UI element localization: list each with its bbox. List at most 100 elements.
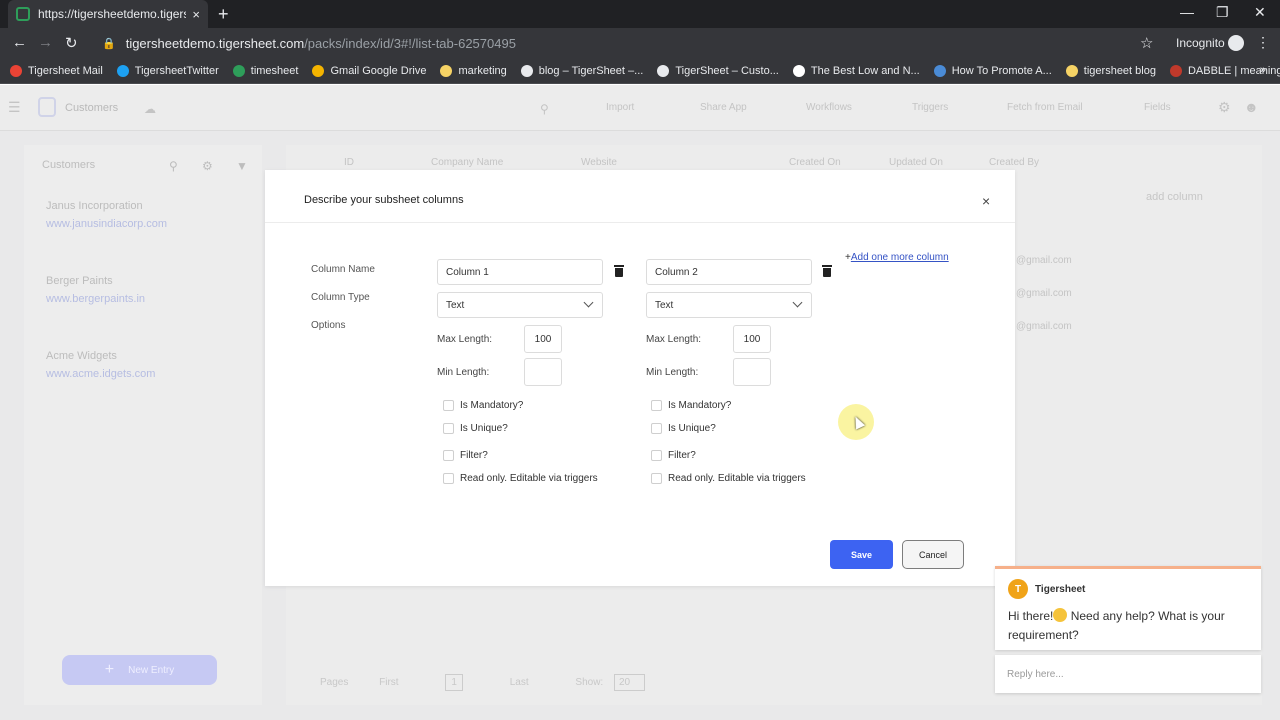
column-1-name-input[interactable]: Column 1 <box>437 259 603 285</box>
new-entry-button[interactable]: + New Entry <box>62 655 217 685</box>
bookmark-item[interactable]: Gmail Google Drive <box>312 64 426 77</box>
search-icon[interactable]: ⚲ <box>169 159 178 173</box>
customer-url[interactable]: www.acme.idgets.com <box>46 368 155 380</box>
header-triggers[interactable]: Triggers <box>912 102 948 113</box>
bookmark-item[interactable]: TigerSheet – Custo... <box>657 64 779 77</box>
checkbox-label: Filter? <box>668 450 696 461</box>
list-item[interactable]: Berger Paints www.bergerpaints.in <box>46 275 145 305</box>
trash-icon[interactable] <box>614 265 624 277</box>
checkbox-label: Is Unique? <box>460 423 508 434</box>
plus-icon: + <box>104 661 115 678</box>
bookmark-item[interactable]: Tigersheet Mail <box>10 64 103 77</box>
column-1-readonly-checkbox[interactable] <box>443 473 454 484</box>
column-header[interactable]: Updated On <box>889 157 943 168</box>
divider <box>265 222 1015 223</box>
sidebar-title[interactable]: Customers <box>42 159 95 171</box>
customer-url[interactable]: www.janusindiacorp.com <box>46 218 167 230</box>
new-entry-label: New Entry <box>128 664 175 676</box>
star-icon[interactable]: ☆ <box>1140 34 1153 52</box>
menu-icon[interactable]: ⋮ <box>1256 34 1270 51</box>
column-2-max-length-input[interactable]: 100 <box>733 325 771 353</box>
bookmark-item[interactable]: marketing <box>440 64 507 77</box>
column-header[interactable]: Company Name <box>431 157 503 168</box>
column-1-min-length-input[interactable] <box>524 358 562 386</box>
window-close-icon[interactable]: ✕ <box>1254 4 1266 21</box>
column-header[interactable]: Created By <box>989 157 1039 168</box>
tigersheet-icon <box>232 64 245 77</box>
hamburger-icon[interactable]: ☰ <box>8 99 21 116</box>
chat-reply-input[interactable]: Reply here... <box>995 655 1261 693</box>
url-host: tigersheetdemo.tigersheet.com <box>125 36 305 51</box>
bookmark-label: The Best Low and N... <box>810 64 920 77</box>
bookmark-label: TigerSheet – Custo... <box>675 64 779 77</box>
options-label: Options <box>311 320 346 331</box>
customer-name: Acme Widgets <box>46 350 117 362</box>
settings-gear-icon[interactable]: ⚙ <box>1218 99 1231 116</box>
show-select[interactable]: 20 <box>613 674 646 691</box>
bookmark-label: Tigersheet Mail <box>28 64 103 77</box>
forward-icon[interactable]: → <box>38 34 53 51</box>
incognito-icon[interactable] <box>1228 35 1244 51</box>
new-tab-button[interactable]: + <box>218 4 229 25</box>
checkbox-label: Filter? <box>460 450 488 461</box>
save-button[interactable]: Save <box>830 540 893 569</box>
add-column-link-wrap: +Add one more column <box>845 252 949 263</box>
list-item[interactable]: Janus Incorporation www.janusindiacorp.c… <box>46 200 167 230</box>
browser-tab[interactable]: https://tigersheetdemo.tigershee × <box>8 0 208 28</box>
first-page-button[interactable]: First <box>379 677 398 688</box>
user-icon[interactable]: ☻ <box>1244 99 1259 115</box>
gear-icon[interactable]: ⚙ <box>202 159 213 173</box>
header-share-app[interactable]: Share App <box>700 102 747 113</box>
restore-icon[interactable]: ❐ <box>1216 4 1229 21</box>
header-fields[interactable]: Fields <box>1144 102 1171 113</box>
header-workflows[interactable]: Workflows <box>806 102 852 113</box>
bookmark-item[interactable]: timesheet <box>232 64 298 77</box>
bookmark-item[interactable]: The Best Low and N... <box>792 64 920 77</box>
column-1-filter-checkbox[interactable] <box>443 450 454 461</box>
customer-url[interactable]: www.bergerpaints.in <box>46 293 145 305</box>
reload-icon[interactable]: ↻ <box>65 34 78 52</box>
bookmark-item[interactable]: TigersheetTwitter <box>116 64 219 77</box>
bookmarks-more-icon[interactable]: » <box>1260 64 1266 76</box>
add-column-button[interactable]: add column <box>1146 191 1203 203</box>
column-2-min-length-input[interactable] <box>733 358 771 386</box>
column-1-mandatory-checkbox[interactable] <box>443 400 454 411</box>
url-path: /packs/index/id/3#!/list-tab-62570495 <box>304 36 516 51</box>
cancel-button[interactable]: Cancel <box>902 540 964 569</box>
address-bar[interactable]: 🔒 tigersheetdemo.tigersheet.com/packs/in… <box>96 33 1162 54</box>
header-fetch-from-email[interactable]: Fetch from Email <box>1007 102 1083 113</box>
column-2-name-input[interactable]: Column 2 <box>646 259 812 285</box>
bookmark-item[interactable]: blog – TigerSheet –... <box>520 64 643 77</box>
trash-icon[interactable] <box>822 265 832 277</box>
dabble-icon <box>1169 64 1182 77</box>
bookmark-label: tigersheet blog <box>1083 64 1156 77</box>
filter-icon[interactable]: ▼ <box>236 159 248 173</box>
minimize-icon[interactable]: — <box>1180 4 1194 20</box>
column-2-type-select[interactable]: Text <box>646 292 812 318</box>
bookmark-item[interactable]: tigersheet blog <box>1065 64 1156 77</box>
folder-icon <box>1065 64 1078 77</box>
page-number[interactable]: 1 <box>445 674 463 691</box>
app-header: ☰ Customers ☁ ⚲ Import Share App Workflo… <box>0 85 1280 131</box>
column-2-unique-checkbox[interactable] <box>651 423 662 434</box>
add-one-more-column-link[interactable]: Add one more column <box>851 252 949 263</box>
bookmark-item[interactable]: How To Promote A... <box>933 64 1052 77</box>
search-icon[interactable]: ⚲ <box>540 102 549 116</box>
tab-close-icon[interactable]: × <box>192 7 200 22</box>
last-page-button[interactable]: Last <box>510 677 529 688</box>
back-icon[interactable]: ← <box>12 34 27 51</box>
header-import[interactable]: Import <box>606 102 634 113</box>
column-2-mandatory-checkbox[interactable] <box>651 400 662 411</box>
medium-icon <box>792 64 805 77</box>
column-header[interactable]: ID <box>344 157 354 168</box>
column-header[interactable]: Website <box>581 157 617 168</box>
list-item[interactable]: Acme Widgets www.acme.idgets.com <box>46 350 155 380</box>
column-1-max-length-input[interactable]: 100 <box>524 325 562 353</box>
column-1-type-select[interactable]: Text <box>437 292 603 318</box>
min-length-label: Min Length: <box>437 367 490 378</box>
column-2-readonly-checkbox[interactable] <box>651 473 662 484</box>
column-2-filter-checkbox[interactable] <box>651 450 662 461</box>
column-1-unique-checkbox[interactable] <box>443 423 454 434</box>
close-icon[interactable]: × <box>982 193 990 209</box>
column-header[interactable]: Created On <box>789 157 841 168</box>
